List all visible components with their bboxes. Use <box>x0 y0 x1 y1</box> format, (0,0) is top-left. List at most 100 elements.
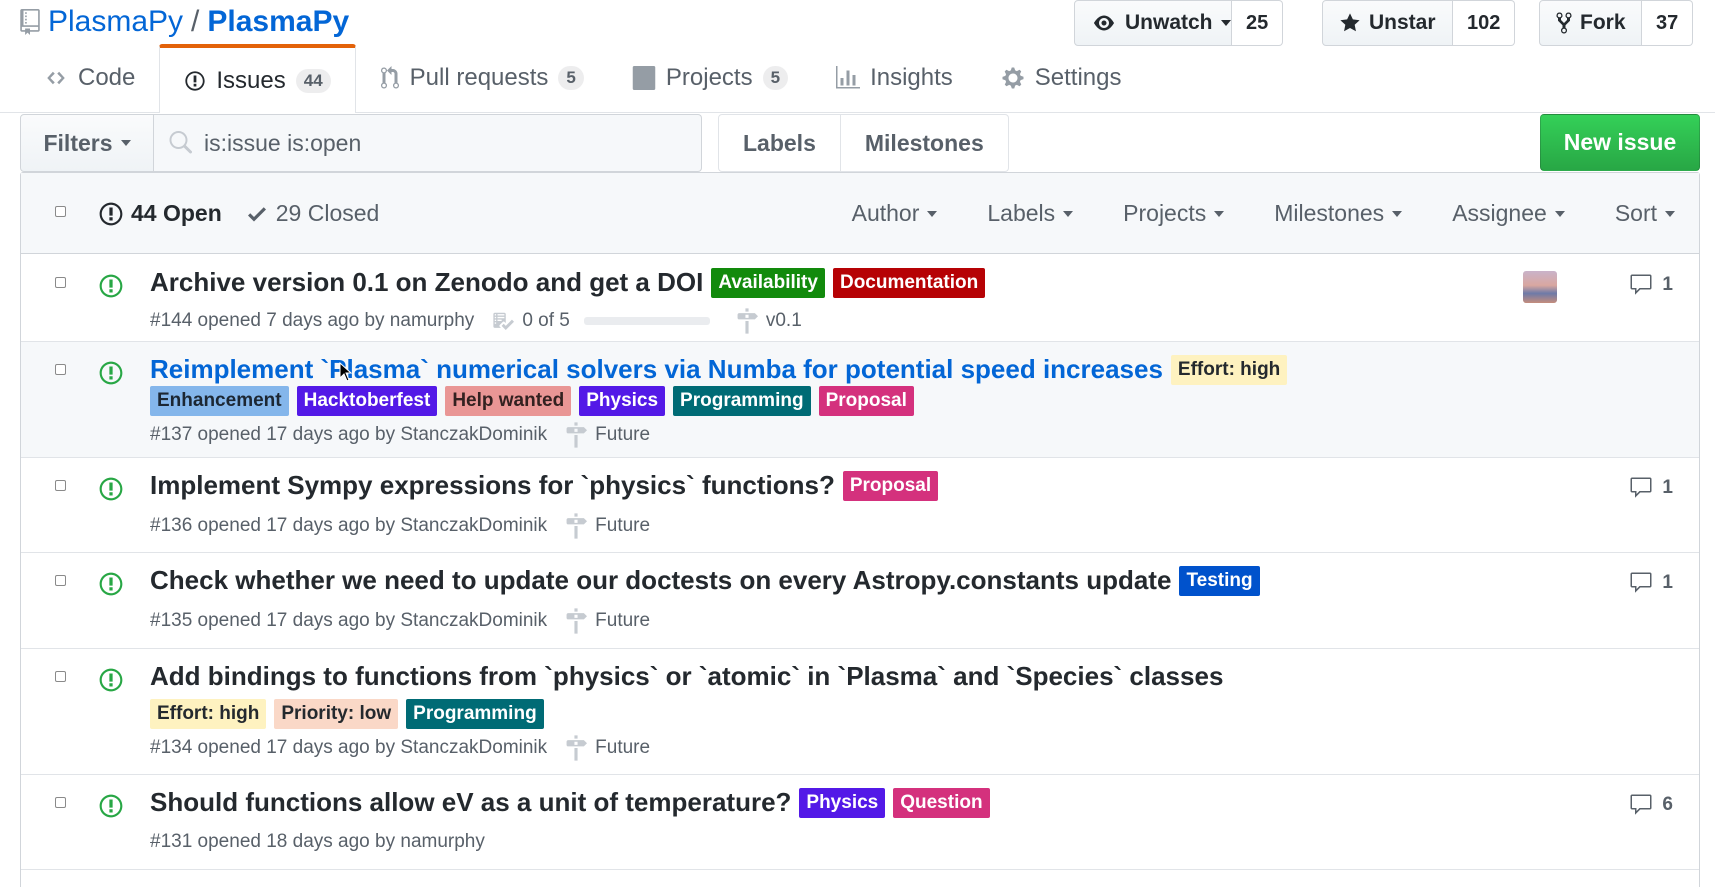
labels-filter-label: Labels <box>987 200 1056 226</box>
issue-opened-icon <box>99 667 123 693</box>
comments-link[interactable]: 6 <box>1628 793 1673 817</box>
issue-label[interactable]: Availability <box>711 267 825 298</box>
issue-title-wrap: Check whether we need to update our doct… <box>150 565 1260 596</box>
issue-checkbox[interactable] <box>55 797 66 808</box>
unstar-label: Unstar <box>1369 11 1436 34</box>
issue-label[interactable]: Physics <box>579 386 666 416</box>
issue-row[interactable]: Add bindings to functions from `physics`… <box>21 649 1699 775</box>
issue-label[interactable]: Proposal <box>818 386 914 416</box>
list-filters: Author Labels Projects Milestones Assign… <box>852 173 1699 254</box>
issue-label[interactable]: Proposal <box>842 470 939 501</box>
tab-insights[interactable]: Insights <box>812 44 977 112</box>
issue-title-link[interactable]: Reimplement `Plasma` numerical solvers v… <box>150 354 1163 385</box>
issue-checkbox[interactable] <box>55 277 66 288</box>
milestone-link[interactable]: v0.1 <box>736 308 802 334</box>
checklist-icon <box>492 310 515 332</box>
issue-title-link[interactable]: Implement Sympy expressions for `physics… <box>150 470 835 501</box>
chevron-down-icon <box>1554 210 1565 217</box>
issue-row[interactable]: Check whether we need to update our doct… <box>21 553 1699 649</box>
tab-pull-requests-label: Pull requests <box>409 64 549 91</box>
unwatch-button[interactable]: Unwatch <box>1074 0 1232 46</box>
mouse-cursor-icon <box>339 362 353 382</box>
issue-label[interactable]: Effort: high <box>150 699 267 729</box>
pull-request-icon <box>380 66 400 90</box>
milestone-link[interactable]: Future <box>565 735 650 761</box>
tab-pull-requests[interactable]: Pull requests 5 <box>356 44 608 112</box>
forks-count[interactable]: 37 <box>1642 0 1694 46</box>
milestone-icon <box>565 608 588 634</box>
milestones-button[interactable]: Milestones <box>840 114 1009 172</box>
issue-filters: Filters <box>20 114 702 172</box>
issue-row[interactable]: Reimplement `Plasma` numerical solvers v… <box>21 342 1699 458</box>
comments-link[interactable]: 1 <box>1628 273 1673 297</box>
check-icon <box>246 202 268 226</box>
tab-projects[interactable]: Projects 5 <box>608 44 812 112</box>
tab-settings[interactable]: Settings <box>977 44 1146 112</box>
issue-label[interactable]: Question <box>893 787 990 818</box>
issue-row[interactable]: Archive version 0.1 on Zenodo and get a … <box>21 255 1699 342</box>
stargazers-count[interactable]: 102 <box>1453 0 1516 46</box>
issue-title-link[interactable]: Add bindings to functions from `physics`… <box>150 661 1223 692</box>
milestone-link[interactable]: Future <box>565 422 650 448</box>
pull-requests-counter: 5 <box>558 66 584 90</box>
chevron-down-icon <box>1214 210 1225 217</box>
sort-filter[interactable]: Sort <box>1615 200 1675 227</box>
issue-title-link[interactable]: Should functions allow eV as a unit of t… <box>150 787 791 818</box>
assignee-avatar[interactable] <box>1523 271 1557 303</box>
unstar-button[interactable]: Unstar <box>1322 0 1453 46</box>
author-filter[interactable]: Author <box>852 200 938 227</box>
comments-link[interactable]: 1 <box>1628 571 1673 595</box>
repo-owner-link[interactable]: PlasmaPy <box>48 5 183 39</box>
issue-row[interactable]: Implement Sympy expressions for `physics… <box>21 458 1699 553</box>
tab-code[interactable]: Code <box>20 44 159 112</box>
select-all-checkbox[interactable] <box>55 206 66 217</box>
issue-checkbox[interactable] <box>55 480 66 491</box>
issue-labels: Enhancement Hacktoberfest Help wanted Ph… <box>150 386 914 416</box>
milestone-link[interactable]: Future <box>565 608 650 634</box>
open-issues-link[interactable]: 44 Open <box>99 200 222 227</box>
star-group: Unstar 102 <box>1322 0 1516 46</box>
repo-name-link[interactable]: PlasmaPy <box>207 5 349 39</box>
issue-label[interactable]: Testing <box>1179 565 1260 596</box>
issue-title-wrap: Archive version 0.1 on Zenodo and get a … <box>150 267 986 298</box>
issue-label[interactable]: Documentation <box>832 267 986 298</box>
issue-checkbox[interactable] <box>55 671 66 682</box>
issue-label[interactable]: Hacktoberfest <box>296 386 438 416</box>
labels-button[interactable]: Labels <box>718 114 841 172</box>
tab-issues[interactable]: Issues 44 <box>159 44 356 113</box>
milestone-link[interactable]: Future <box>565 513 650 539</box>
filters-button[interactable]: Filters <box>20 114 154 172</box>
issue-label[interactable]: Help wanted <box>445 386 572 416</box>
gear-icon <box>1001 66 1025 90</box>
comments-link[interactable]: 1 <box>1628 476 1673 500</box>
issue-title-link[interactable]: Check whether we need to update our doct… <box>150 565 1171 596</box>
watchers-count[interactable]: 25 <box>1232 0 1284 46</box>
assignee-filter[interactable]: Assignee <box>1452 200 1565 227</box>
milestones-filter[interactable]: Milestones <box>1274 200 1403 227</box>
comment-count: 1 <box>1662 274 1673 295</box>
tab-insights-label: Insights <box>870 64 953 91</box>
issue-checkbox[interactable] <box>55 364 66 375</box>
issue-label[interactable]: Programming <box>673 386 811 416</box>
issue-title-link[interactable]: Archive version 0.1 on Zenodo and get a … <box>150 267 703 298</box>
issue-opened-icon <box>99 793 123 819</box>
issue-row[interactable]: Should functions allow eV as a unit of t… <box>21 775 1699 870</box>
projects-counter: 5 <box>762 66 789 90</box>
issue-label[interactable]: Enhancement <box>150 386 289 416</box>
tab-projects-label: Projects <box>665 64 753 91</box>
issue-checkbox[interactable] <box>55 575 66 586</box>
issue-label[interactable]: Effort: high <box>1170 354 1288 385</box>
new-issue-button[interactable]: New issue <box>1540 114 1700 171</box>
issue-label[interactable]: Priority: low <box>274 699 399 729</box>
fork-button[interactable]: Fork <box>1539 0 1642 46</box>
closed-count-label: 29 Closed <box>275 200 380 226</box>
labels-filter[interactable]: Labels <box>987 200 1074 227</box>
issue-label[interactable]: Physics <box>799 787 886 818</box>
milestone-icon <box>565 513 588 539</box>
search-input[interactable] <box>204 129 684 157</box>
task-count: 0 of 5 <box>522 310 570 331</box>
issue-label[interactable]: Programming <box>406 699 544 729</box>
issue-opened-icon <box>99 476 123 502</box>
closed-issues-link[interactable]: 29 Closed <box>246 200 380 227</box>
projects-filter[interactable]: Projects <box>1123 200 1225 227</box>
